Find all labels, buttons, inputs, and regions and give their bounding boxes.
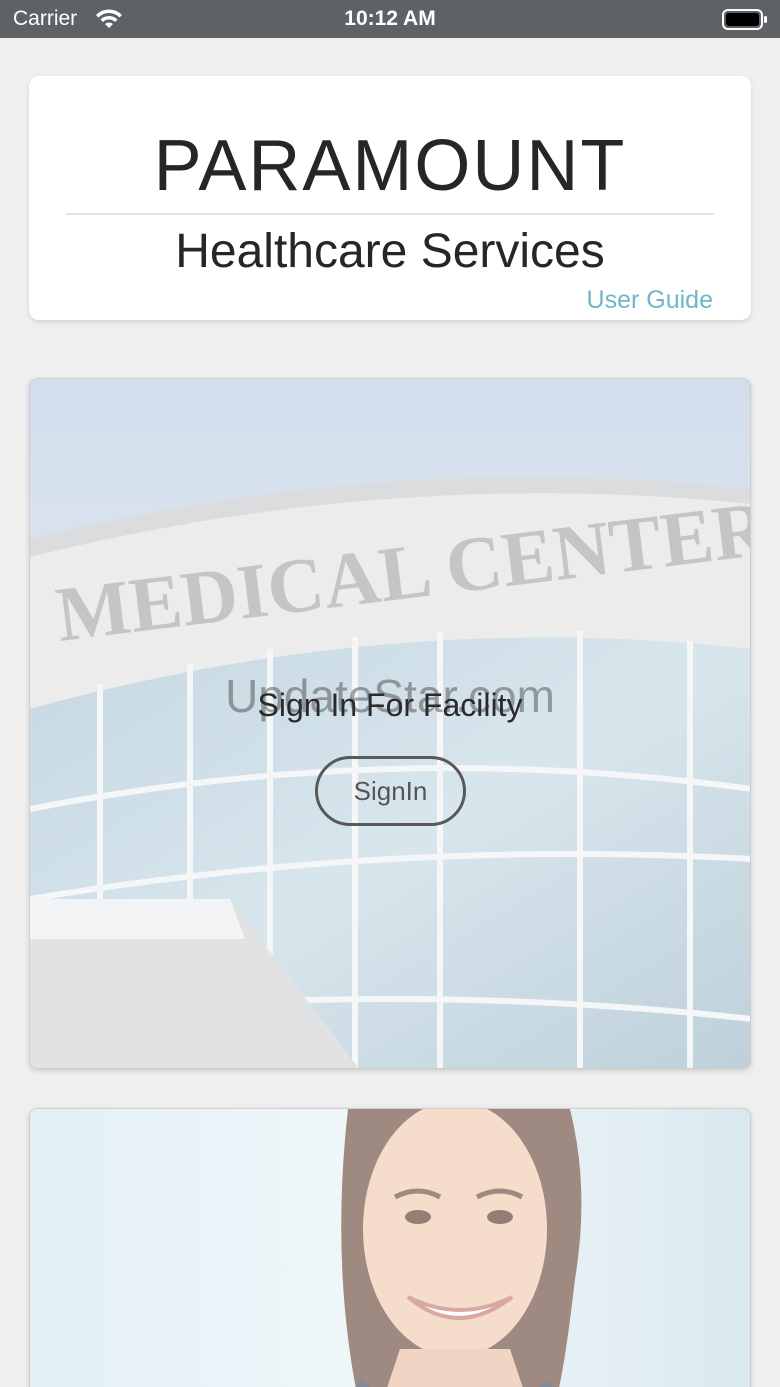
brand-name: PARAMOUNT: [153, 126, 627, 206]
clock: 10:12 AM: [344, 7, 436, 30]
doctor-signin-card: [29, 1108, 751, 1387]
brand-header-card: PARAMOUNT Healthcare Services User Guide: [29, 76, 751, 320]
facility-signin-button[interactable]: SignIn: [315, 756, 466, 826]
brand-subtitle: Healthcare Services: [175, 225, 605, 278]
photo-overlay: [30, 1109, 750, 1387]
user-guide-link[interactable]: User Guide: [587, 286, 713, 315]
facility-signin-title: Sign In For Facility: [257, 687, 523, 723]
battery-icon: [722, 9, 767, 30]
app-screen: Carrier 10:12 AM PARAMOUNT Healthcare Se…: [0, 0, 780, 1387]
brand-divider: [66, 213, 714, 215]
status-bar: Carrier 10:12 AM: [0, 0, 780, 38]
facility-signin-card: MEDICAL CENTER UpdateStar.com Sign In Fo…: [29, 378, 751, 1069]
